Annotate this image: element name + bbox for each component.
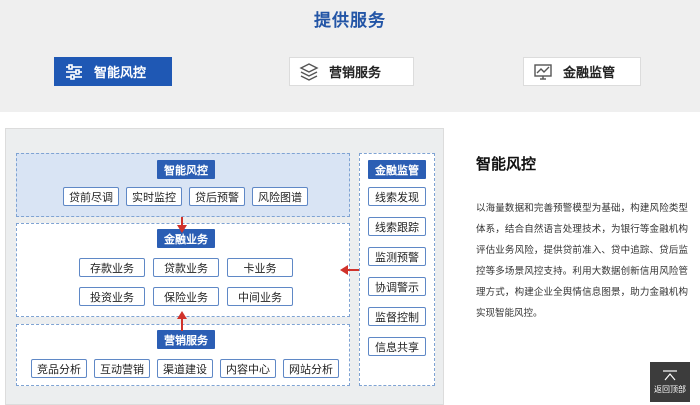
back-to-top-button[interactable]: 返回顶部 [650, 362, 690, 402]
finance-item[interactable]: 中间业务 [227, 287, 293, 306]
sliders-icon [66, 63, 82, 80]
marketing-service-header: 营销服务 [157, 330, 215, 349]
arrow-left-icon [340, 265, 348, 275]
finance-item[interactable]: 投资业务 [79, 287, 145, 306]
financial-supervision-group: 金融监管 线索发现 线索跟踪 监测预警 协调警示 监督控制 信息共享 [359, 153, 435, 386]
arrow-up-icon [177, 311, 187, 319]
arrow-down-icon [177, 225, 187, 233]
tab-marketing-service[interactable]: 营销服务 [289, 57, 414, 86]
supervision-item[interactable]: 监督控制 [368, 307, 426, 326]
tab-label: 金融监管 [563, 66, 616, 81]
marketing-item[interactable]: 渠道建设 [157, 359, 213, 378]
tab-label: 营销服务 [329, 66, 382, 81]
supervision-item[interactable]: 线索发现 [368, 187, 426, 206]
financial-supervision-header: 金融监管 [368, 160, 426, 179]
supervision-item[interactable]: 协调警示 [368, 277, 426, 296]
risk-item[interactable]: 贷后预警 [189, 187, 245, 206]
finance-item[interactable]: 卡业务 [227, 258, 293, 277]
supervision-item[interactable]: 监测预警 [368, 247, 426, 266]
tab-financial-supervision[interactable]: 金融监管 [523, 57, 641, 86]
layers-icon [299, 62, 319, 81]
risk-item[interactable]: 贷前尽调 [63, 187, 119, 206]
description-title: 智能风控 [476, 155, 537, 173]
tab-smart-risk-control[interactable]: 智能风控 [54, 57, 172, 86]
supervision-item[interactable]: 信息共享 [368, 337, 426, 356]
back-to-top-label: 返回顶部 [654, 384, 686, 394]
architecture-diagram: 智能风控 贷前尽调 实时监控 贷后预警 风险图谱 金融业务 存款业务 贷款业务 … [5, 128, 444, 405]
risk-item[interactable]: 实时监控 [126, 187, 182, 206]
finance-item[interactable]: 存款业务 [79, 258, 145, 277]
marketing-item[interactable]: 内容中心 [220, 359, 276, 378]
finance-item[interactable]: 贷款业务 [153, 258, 219, 277]
risk-control-group: 智能风控 贷前尽调 实时监控 贷后预警 风险图谱 [16, 153, 350, 217]
tab-label: 智能风控 [94, 66, 147, 81]
marketing-item[interactable]: 互动营销 [94, 359, 150, 378]
marketing-service-group: 营销服务 竞品分析 互动营销 渠道建设 内容中心 网站分析 [16, 324, 350, 386]
supervision-item[interactable]: 线索跟踪 [368, 217, 426, 236]
arrow-up-line-icon [663, 369, 677, 380]
finance-business-group: 金融业务 存款业务 贷款业务 卡业务 投资业务 保险业务 中间业务 [16, 223, 350, 317]
description-text: 以海量数据和完善预警模型为基础，构建风险类型体系，结合自然语言处理技术，为银行等… [476, 203, 688, 319]
risk-control-header: 智能风控 [157, 160, 215, 179]
marketing-item[interactable]: 竞品分析 [31, 359, 87, 378]
connector-marketing-finance [181, 317, 183, 331]
risk-item[interactable]: 风险图谱 [252, 187, 308, 206]
section-title: 提供服务 [314, 11, 386, 31]
finance-item[interactable]: 保险业务 [153, 287, 219, 306]
services-header-band: 提供服务 智能风控 营销服务 金融监管 [0, 0, 700, 112]
monitor-chart-icon [534, 63, 552, 80]
marketing-item[interactable]: 网站分析 [283, 359, 339, 378]
